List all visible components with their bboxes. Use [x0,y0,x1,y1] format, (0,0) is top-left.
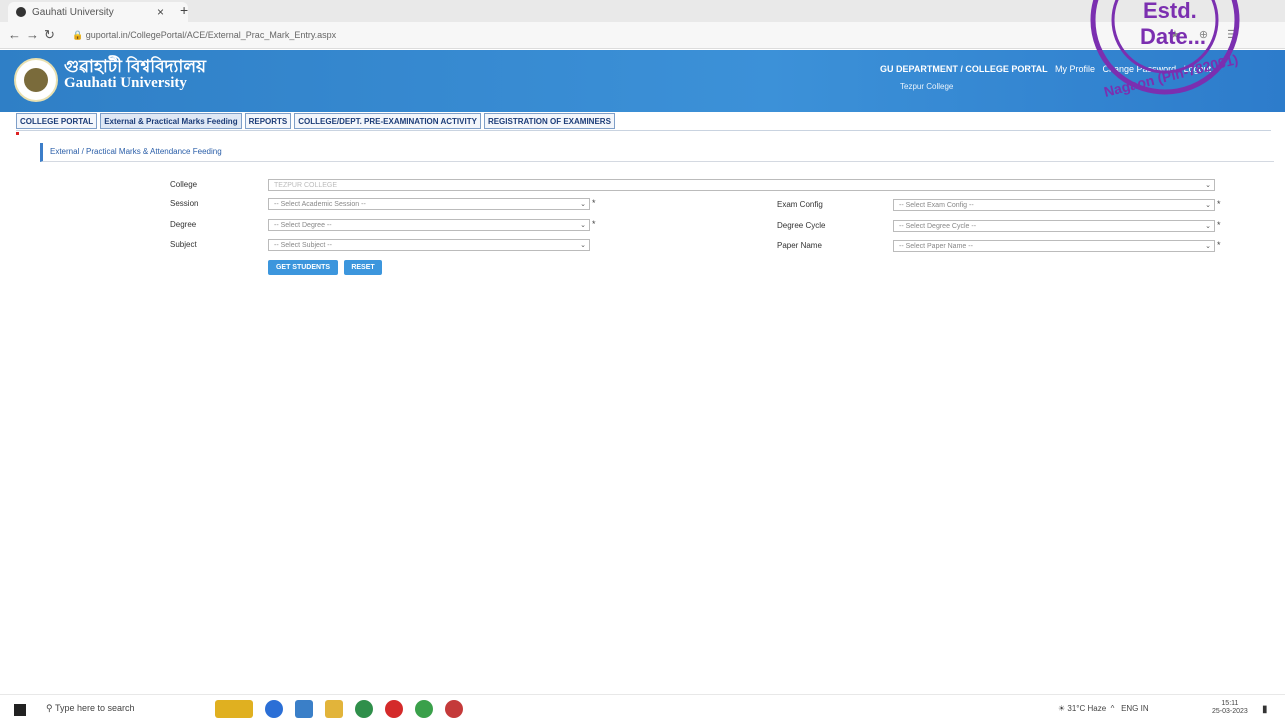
windows-taskbar: ⚲ Type here to search ☀ 31°C Haze ^ ENG … [0,694,1285,725]
degree-placeholder: -- Select Degree -- [274,222,332,229]
university-logo [14,58,58,102]
url-field[interactable]: 🔒 guportal.in/CollegePortal/ACE/External… [72,26,1052,44]
favicon-icon [16,7,26,17]
required-mark: * [1217,199,1221,209]
subject-select[interactable]: -- Select Subject -- ⌄ [268,239,590,251]
clock[interactable]: 15:11 25-03-2023 [1212,700,1248,717]
session-placeholder: -- Select Academic Session -- [274,201,366,208]
opera-icon[interactable] [385,700,403,718]
chrome-app-icon[interactable] [415,700,433,718]
degree-select[interactable]: -- Select Degree -- ⌄ [268,219,590,231]
tab-title: Gauhati University [32,6,114,18]
chevron-down-icon: ⌄ [580,242,586,249]
menu-pre-exam-activity[interactable]: COLLEGE/DEPT. PRE-EXAMINATION ACTIVITY [294,113,481,129]
menu-reports[interactable]: REPORTS [244,113,292,129]
chevron-down-icon: ⌄ [580,222,586,229]
stamp-text-1: Estd. [1143,0,1197,23]
clock-time: 15:11 [1221,700,1239,707]
widgets-icon[interactable] [215,700,253,718]
exam-config-placeholder: -- Select Exam Config -- [899,202,974,209]
taskbar-apps [215,700,463,718]
chevron-down-icon: ⌄ [580,201,586,208]
language-indicator[interactable]: ENG IN [1121,704,1149,713]
exam-config-select[interactable]: -- Select Exam Config -- ⌄ [893,199,1215,211]
degree-cycle-select[interactable]: -- Select Degree Cycle -- ⌄ [893,220,1215,232]
required-mark: * [1217,220,1221,230]
required-mark: * [592,198,596,208]
official-stamp: Estd. Date... Nagaon (Pin-782001) [1090,0,1240,100]
search-placeholder: Type here to search [54,703,135,713]
menu-marks-feeding[interactable]: External & Practical Marks Feeding [100,113,242,129]
close-tab-icon[interactable]: × [157,5,164,19]
degree-cycle-label: Degree Cycle [777,221,826,230]
college-select[interactable]: TEZPUR COLLEGE ⌄ [268,179,1215,191]
title-english: Gauhati University [64,74,187,91]
chevron-down-icon: ⌄ [1205,202,1211,209]
forward-icon[interactable]: → [26,27,39,42]
menu-registration-examiners[interactable]: REGISTRATION OF EXAMINERS [483,113,615,129]
clock-date: 25-03-2023 [1212,708,1248,716]
section-title: External / Practical Marks & Attendance … [50,147,222,156]
college-label: College [170,180,198,189]
college-value: TEZPUR COLLEGE [274,182,338,189]
weather-icon[interactable]: ☀ [1058,704,1065,713]
weather-text[interactable]: 31°C Haze [1067,704,1106,713]
windows-start-icon[interactable] [14,704,26,716]
chevron-down-icon: ⌄ [1205,223,1211,230]
section-header: External / Practical Marks & Attendance … [40,143,1274,162]
new-tab-icon[interactable]: + [180,2,188,18]
subject-label: Subject [170,240,197,249]
university-title: গুৱাহাটী বিশ্ববিদ্যালয় Gauhati Universi… [64,58,206,92]
back-icon[interactable]: ← [8,27,21,42]
get-students-button[interactable]: GET STUDENTS [268,260,338,275]
system-tray: ☀ 31°C Haze ^ ENG IN [1058,704,1149,713]
degree-cycle-placeholder: -- Select Degree Cycle -- [899,223,977,230]
notification-icon[interactable]: ▮ [1262,704,1268,715]
chrome-icon[interactable] [355,700,373,718]
session-label: Session [170,199,199,208]
browser-app-icon[interactable] [445,700,463,718]
user-info: Tezpur College [900,82,954,91]
exam-config-label: Exam Config [777,200,823,209]
required-mark: * [592,219,596,229]
paper-name-placeholder: -- Select Paper Name -- [899,243,973,250]
degree-label: Degree [170,220,197,229]
stamp-text-2: Date... [1140,24,1206,49]
paper-name-select[interactable]: -- Select Paper Name -- ⌄ [893,240,1215,252]
session-select[interactable]: -- Select Academic Session -- ⌄ [268,198,590,210]
required-mark: * [1217,240,1221,250]
reload-icon[interactable]: ↻ [44,27,55,43]
store-icon[interactable] [295,700,313,718]
title-assamese: গুৱাহাটী বিশ্ববিদ্যালয় [64,57,207,76]
marker-dot [16,132,19,135]
subject-placeholder: -- Select Subject -- [274,242,332,249]
menu-college-portal[interactable]: COLLEGE PORTAL [16,113,98,129]
chevron-down-icon: ⌄ [1205,243,1211,250]
reset-button[interactable]: RESET [344,260,382,275]
file-explorer-icon[interactable] [325,700,343,718]
edge-icon[interactable] [265,700,283,718]
main-menu: COLLEGE PORTAL External & Practical Mark… [16,113,615,129]
chevron-down-icon: ⌄ [1205,182,1211,189]
taskbar-search[interactable]: ⚲ Type here to search [46,703,134,714]
browser-tab[interactable]: Gauhati University × [8,2,188,22]
menu-divider [16,130,1271,131]
portal-label: GU DEPARTMENT / COLLEGE PORTAL [880,64,1048,74]
paper-name-label: Paper Name [777,241,822,250]
